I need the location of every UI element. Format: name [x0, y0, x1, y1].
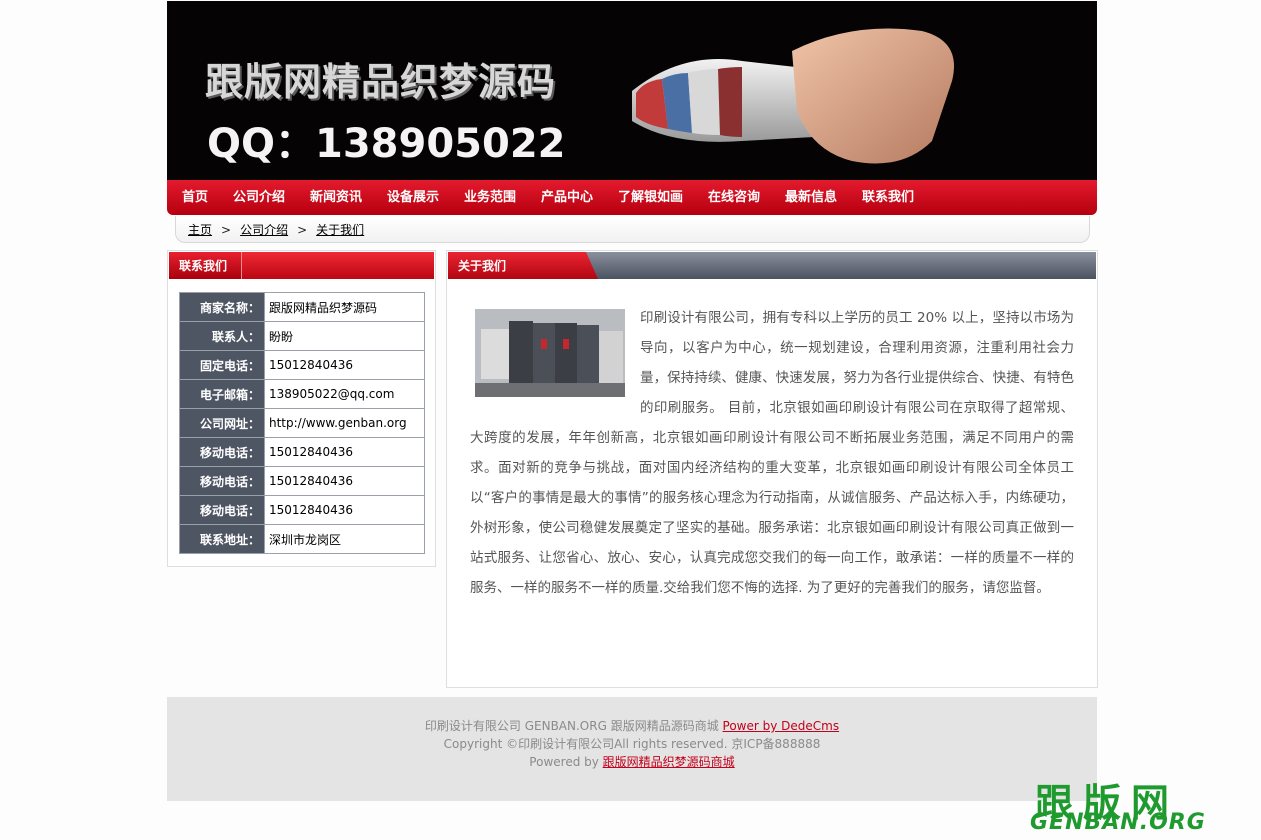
- about-article: 印刷设计有限公司，拥有专科以上学历的员工 20% 以上，坚持以市场为导向，以客户…: [470, 303, 1074, 603]
- contact-label: 移动电话：: [179, 466, 265, 496]
- contact-value: 15012840436: [264, 466, 425, 496]
- footer-powered-text: Powered by: [529, 755, 603, 769]
- newspaper-hand-image: [632, 28, 954, 164]
- footer-company-text: 印刷设计有限公司 GENBAN.ORG 跟版网精品源码商城: [424, 719, 723, 733]
- nav-item-about-company[interactable]: 公司介绍: [233, 180, 285, 215]
- contact-value: 15012840436: [264, 437, 425, 467]
- table-row: 移动电话： 15012840436: [179, 466, 425, 496]
- nav-item-news[interactable]: 新闻资讯: [310, 180, 362, 215]
- contact-value: 跟版网精品织梦源码: [264, 292, 425, 322]
- breadcrumb: 主页 > 公司介绍 > 关于我们: [188, 221, 364, 238]
- contact-table: 商家名称： 跟版网精品织梦源码 联系人： 盼盼 固定电话： 15012840436 电…: [179, 292, 425, 554]
- contact-value: 15012840436: [264, 350, 425, 380]
- banner-qq: QQ：138905022: [207, 121, 566, 167]
- contact-panel-title: 联系我们: [179, 259, 228, 273]
- contact-label: 移动电话：: [179, 495, 265, 525]
- contact-label: 固定电话：: [179, 350, 265, 380]
- footer-powered-link[interactable]: Power by DedeCms: [723, 719, 840, 733]
- contact-label: 联系人：: [179, 321, 265, 351]
- nav-item-online-consult[interactable]: 在线咨询: [708, 180, 760, 215]
- nav-item-contact[interactable]: 联系我们: [862, 180, 914, 215]
- breadcrumb-separator: >: [221, 223, 232, 237]
- main-nav: 首页 公司介绍 新闻资讯 设备展示 业务范围 产品中心 了解银如画 在线咨询 最…: [167, 180, 1097, 215]
- nav-item-business[interactable]: 业务范围: [464, 180, 516, 215]
- footer-line-3: Powered by 跟版网精品织梦源码商城: [167, 753, 1097, 771]
- banner-title: 跟版网精品织梦源码: [205, 60, 557, 104]
- contact-label: 电子邮箱：: [179, 379, 265, 409]
- table-row: 联系地址： 深圳市龙岗区: [179, 524, 425, 554]
- breadcrumb-home-link[interactable]: 主页: [188, 223, 212, 237]
- contact-label: 商家名称：: [179, 292, 265, 322]
- contact-label: 移动电话：: [179, 437, 265, 467]
- breadcrumb-level2-link[interactable]: 关于我们: [316, 223, 364, 237]
- table-row: 联系人： 盼盼: [179, 321, 425, 351]
- contact-value: 138905022@qq.com: [264, 379, 425, 409]
- table-row: 固定电话： 15012840436: [179, 350, 425, 380]
- table-row: 移动电话： 15012840436: [179, 437, 425, 467]
- about-panel: 关于我们 印刷设计有限公司，拥有专科以上学历的员工 20% 以上，坚持以市场为导…: [446, 250, 1098, 688]
- contact-panel: 联系我们 商家名称： 跟版网精品织梦源码 联系人： 盼盼 固定电话： 15012840…: [167, 250, 436, 567]
- contact-value: 盼盼: [264, 321, 425, 351]
- breadcrumb-separator: >: [297, 223, 308, 237]
- contact-panel-header: 联系我们: [169, 252, 434, 279]
- table-row: 公司网址： http://www.genban.org: [179, 408, 425, 438]
- nav-item-latest[interactable]: 最新信息: [785, 180, 837, 215]
- breadcrumb-bar: 主页 > 公司介绍 > 关于我们: [175, 216, 1090, 243]
- footer-shop-link[interactable]: 跟版网精品织梦源码商城: [603, 755, 735, 769]
- footer-line-1: 印刷设计有限公司 GENBAN.ORG 跟版网精品源码商城 Power by D…: [167, 717, 1097, 735]
- footer-copyright: Copyright ©印刷设计有限公司All rights reserved. …: [443, 737, 821, 751]
- nav-item-learn-more[interactable]: 了解银如画: [618, 180, 683, 215]
- breadcrumb-level1-link[interactable]: 公司介绍: [240, 223, 288, 237]
- nav-item-products[interactable]: 产品中心: [541, 180, 593, 215]
- contact-label: 公司网址：: [179, 408, 265, 438]
- about-panel-header: 关于我们: [448, 252, 1096, 279]
- image-float-spacer: [470, 303, 640, 395]
- contact-label: 联系地址：: [179, 524, 265, 554]
- nav-item-equipment[interactable]: 设备展示: [387, 180, 439, 215]
- watermark-en: GENBAN.ORG: [1030, 810, 1206, 835]
- contact-value: 15012840436: [264, 495, 425, 525]
- table-row: 电子邮箱： 138905022@qq.com: [179, 379, 425, 409]
- header-banner: 跟版网精品织梦源码 QQ：138905022: [167, 1, 1097, 180]
- table-row: 商家名称： 跟版网精品织梦源码: [179, 292, 425, 322]
- genban-watermark-logo: 跟版网 GENBAN.ORG: [1030, 772, 1250, 835]
- footer: 印刷设计有限公司 GENBAN.ORG 跟版网精品源码商城 Power by D…: [167, 697, 1097, 801]
- contact-value: 深圳市龙岗区: [264, 524, 425, 554]
- contact-value: http://www.genban.org: [264, 408, 425, 438]
- nav-item-home[interactable]: 首页: [182, 180, 208, 215]
- about-panel-title: 关于我们: [458, 259, 507, 273]
- table-row: 移动电话： 15012840436: [179, 495, 425, 525]
